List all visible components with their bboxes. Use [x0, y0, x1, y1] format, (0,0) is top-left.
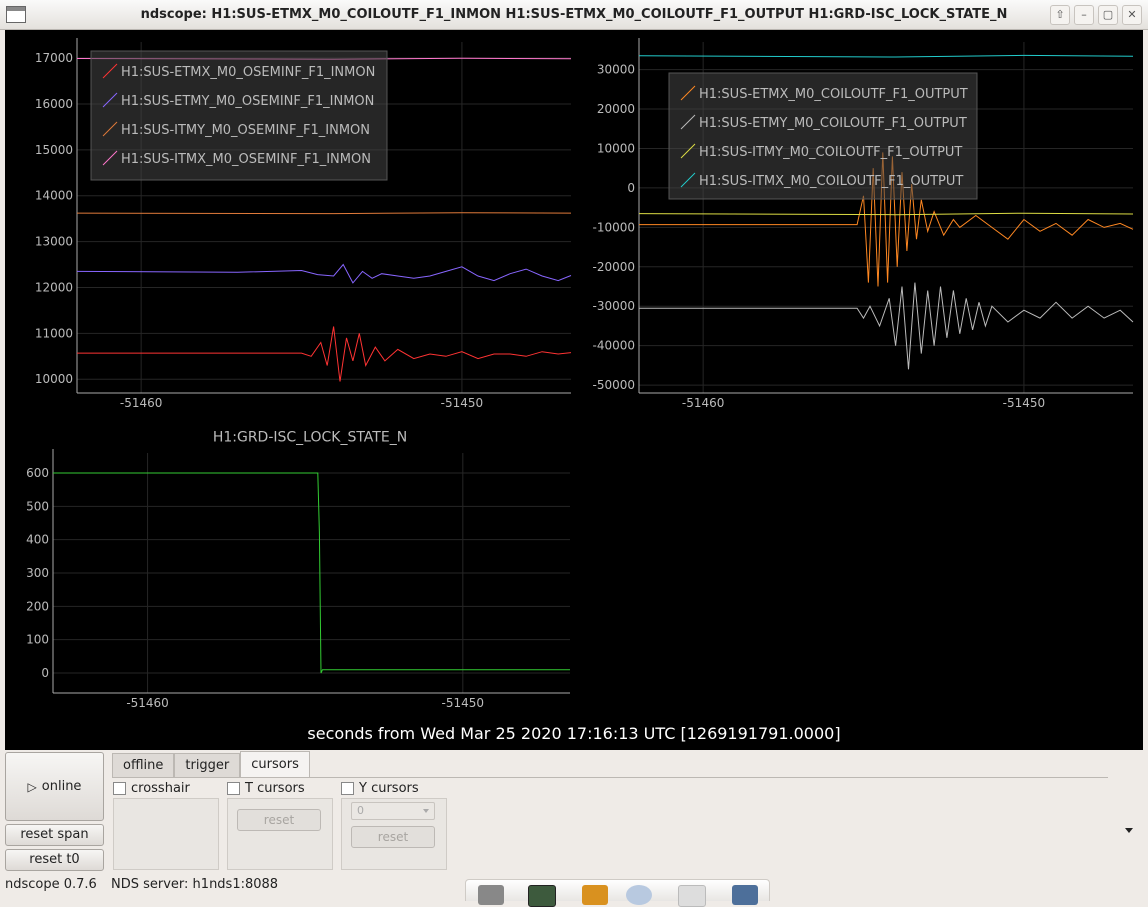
y-tick-label: -20000: [592, 260, 635, 274]
legend-entry: H1:SUS-ETMY_M0_COILOUTF_F1_OUTPUT: [699, 116, 967, 131]
plot-inmon[interactable]: -51460 -51450 10000 11000 12000 13000 14000 150…: [5, 30, 580, 420]
crosshair-checkbox[interactable]: crosshair: [113, 780, 190, 796]
series-line-1: [639, 282, 1134, 370]
legend-entry: H1:SUS-ITMX_M0_COILOUTF_F1_OUTPUT: [699, 174, 963, 189]
y-cursors-checkbox-box[interactable]: [341, 781, 354, 795]
y-tick-label: 300: [26, 566, 49, 580]
chart-title: H1:GRD-ISC_LOCK_STATE_N: [213, 430, 407, 446]
y-tick-label: 400: [26, 533, 49, 547]
tab-divider: [112, 777, 1108, 778]
legend-entry: H1:SUS-ITMY_M0_COILOUTF_F1_OUTPUT: [699, 145, 962, 160]
drawer-icon[interactable]: [582, 885, 608, 905]
legend-entry: H1:SUS-ETMY_M0_OSEMINF_F1_INMON: [121, 94, 374, 109]
y-tick-label: 12000: [35, 280, 73, 294]
y-tick-label: 11000: [35, 326, 73, 340]
y-tick-label: 20000: [597, 102, 635, 116]
folder-icon[interactable]: [732, 885, 758, 905]
t-cursors-group: reset: [227, 798, 333, 870]
plot-coilout-output[interactable]: -51460 -51450 -50000 -40000 -30000 -20000 -100…: [585, 30, 1143, 420]
plot-grd-lock-state[interactable]: H1:GRD-ISC_LOCK_STATE_N -51460 -51450 0 100 2…: [5, 420, 580, 720]
tab-trigger[interactable]: trigger: [174, 753, 241, 777]
y-tick-label: 14000: [35, 189, 73, 203]
y-cursors-checkbox[interactable]: Y cursors: [341, 780, 419, 796]
y-cursor-select[interactable]: 0: [351, 802, 435, 820]
crosshair-label: crosshair: [131, 780, 190, 796]
t-cursors-checkbox[interactable]: T cursors: [227, 780, 305, 796]
y-tick-label: 17000: [35, 51, 73, 65]
crosshair-group: [113, 798, 219, 870]
window-titlebar: ndscope: H1:SUS-ETMX_M0_COILOUTF_F1_INMO…: [0, 0, 1148, 30]
y-tick-label: 0: [627, 181, 635, 195]
disk-icon[interactable]: [478, 885, 504, 905]
legend-entry: H1:SUS-ITMY_M0_OSEMINF_F1_INMON: [121, 123, 370, 138]
x-tick-label: -51460: [126, 696, 169, 710]
y-tick-label: -10000: [592, 220, 635, 234]
x-tick-label: -51450: [441, 396, 484, 410]
terminal-icon[interactable]: [528, 885, 556, 907]
y-tick-label: 600: [26, 466, 49, 480]
crosshair-checkbox-box[interactable]: [113, 781, 126, 795]
t-cursors-checkbox-box[interactable]: [227, 781, 240, 795]
y-tick-label: 100: [26, 633, 49, 647]
legend-entry: H1:SUS-ITMX_M0_OSEMINF_F1_INMON: [121, 152, 371, 167]
legend: H1:SUS-ETMX_M0_COILOUTF_F1_OUTPUT H1:SUS-…: [668, 72, 978, 200]
y-cursors-group: 0 reset: [341, 798, 447, 870]
globe-icon[interactable]: [626, 885, 652, 905]
y-tick-label: 200: [26, 599, 49, 613]
chevron-down-icon: [423, 809, 429, 813]
play-icon: ▷: [27, 779, 37, 794]
tab-cursors[interactable]: cursors: [240, 751, 310, 777]
y-tick-label: -50000: [592, 378, 635, 392]
online-button[interactable]: ▷ online: [5, 752, 104, 821]
y-tick-label: 30000: [597, 63, 635, 77]
time-axis-label: seconds from Wed Mar 25 2020 17:16:13 UT…: [307, 724, 841, 743]
reset-span-button[interactable]: reset span: [5, 824, 104, 846]
y-cursors-reset-button[interactable]: reset: [351, 826, 435, 848]
x-tick-label: -51450: [442, 696, 485, 710]
y-tick-label: 500: [26, 499, 49, 513]
y-tick-label: 10000: [35, 372, 73, 386]
control-panel: ▷ online reset span reset t0 offline tri…: [0, 750, 1148, 907]
x-tick-label: -51460: [120, 396, 163, 410]
notes-icon[interactable]: [678, 885, 706, 907]
y-tick-label: 13000: [35, 235, 73, 249]
y-tick-label: 16000: [35, 97, 73, 111]
y-cursors-label: Y cursors: [359, 780, 419, 796]
t-cursors-reset-button[interactable]: reset: [237, 809, 321, 831]
series-line-0: [77, 326, 572, 382]
server-label: NDS server: h1nds1:8088: [111, 877, 279, 892]
y-cursor-select-value: 0: [357, 804, 364, 817]
x-tick-label: -51450: [1003, 396, 1046, 410]
y-tick-label: 0: [41, 666, 49, 680]
series-line-3: [638, 54, 1134, 58]
y-tick-label: 10000: [597, 141, 635, 155]
reset-t0-button[interactable]: reset t0: [5, 849, 104, 871]
t-cursors-label: T cursors: [245, 780, 305, 796]
online-label: online: [41, 779, 82, 794]
legend-entry: H1:SUS-ETMX_M0_COILOUTF_F1_OUTPUT: [699, 87, 968, 102]
window-title: ndscope: H1:SUS-ETMX_M0_COILOUTF_F1_INMO…: [140, 7, 1008, 22]
legend-entry: H1:SUS-ETMX_M0_OSEMINF_F1_INMON: [121, 65, 375, 80]
y-tick-label: -30000: [592, 299, 635, 313]
mode-tabs: offline trigger cursors: [112, 751, 310, 777]
maximize-icon[interactable]: ▢: [1098, 5, 1118, 25]
y-tick-label: -40000: [592, 339, 635, 353]
close-icon[interactable]: ✕: [1122, 5, 1142, 25]
plot-area: -51460 -51450 10000 11000 12000 13000 14000 150…: [5, 30, 1143, 750]
series-line-2: [76, 212, 572, 215]
series-line-2: [638, 212, 1134, 216]
minimize-icon[interactable]: –: [1074, 5, 1094, 25]
x-tick-label: -51460: [682, 396, 725, 410]
taskbar: [465, 879, 770, 907]
y-tick-label: 15000: [35, 143, 73, 157]
expand-arrow-icon[interactable]: [1125, 828, 1133, 833]
up-arrow-icon[interactable]: ⇧: [1050, 5, 1070, 25]
tab-offline[interactable]: offline: [112, 753, 175, 777]
series-line-1: [76, 263, 572, 284]
window-controls: ⇧ – ▢ ✕: [1050, 5, 1142, 25]
legend: H1:SUS-ETMX_M0_OSEMINF_F1_INMON H1:SUS-ET…: [90, 50, 388, 181]
version-label: ndscope 0.7.6: [5, 877, 97, 892]
